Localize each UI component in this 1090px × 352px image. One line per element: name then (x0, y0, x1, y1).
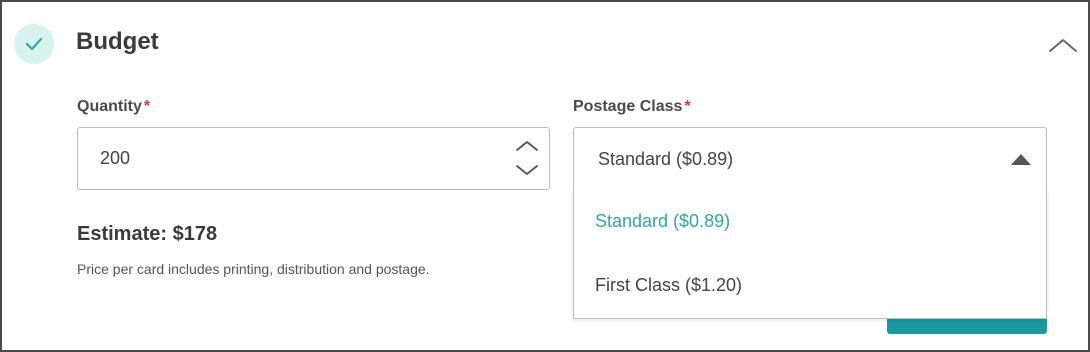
decrement-button[interactable] (514, 160, 540, 180)
status-check-badge (14, 24, 54, 64)
required-mark: * (684, 98, 691, 115)
required-mark: * (143, 98, 151, 115)
postage-option-standard[interactable]: Standard ($0.89) (574, 191, 1046, 253)
quantity-stepper[interactable]: 200 (77, 127, 550, 190)
chevron-up-icon (516, 141, 538, 151)
postage-option-first-class[interactable]: First Class ($1.20) (574, 255, 1046, 317)
postage-label: Postage Class * (573, 98, 691, 116)
postage-dropdown-menu: Standard ($0.89) First Class ($1.20) (573, 189, 1047, 319)
quantity-label: Quantity * (77, 98, 150, 116)
postage-label-text: Postage Class (573, 98, 683, 115)
postage-selected-value: Standard ($0.89) (598, 149, 734, 169)
quantity-label-text: Quantity (77, 98, 142, 115)
postage-class-select[interactable]: Standard ($0.89) (573, 127, 1047, 190)
section-title: Budget (76, 28, 159, 55)
triangle-up-icon (1011, 154, 1031, 165)
check-icon (25, 37, 43, 51)
increment-button[interactable] (514, 136, 540, 156)
estimate-total: Estimate: $178 (77, 223, 218, 245)
estimate-note: Price per card includes printing, distri… (77, 261, 430, 277)
chevron-down-icon (516, 165, 538, 175)
option-label: Standard ($0.89) (595, 211, 731, 231)
budget-panel: Budget Quantity * 200 Estimate: $178 Pric… (0, 0, 1090, 352)
option-label: First Class ($1.20) (595, 275, 743, 295)
quantity-value[interactable]: 200 (100, 148, 130, 169)
collapse-button[interactable] (1046, 32, 1080, 58)
chevron-up-icon (1049, 39, 1077, 52)
